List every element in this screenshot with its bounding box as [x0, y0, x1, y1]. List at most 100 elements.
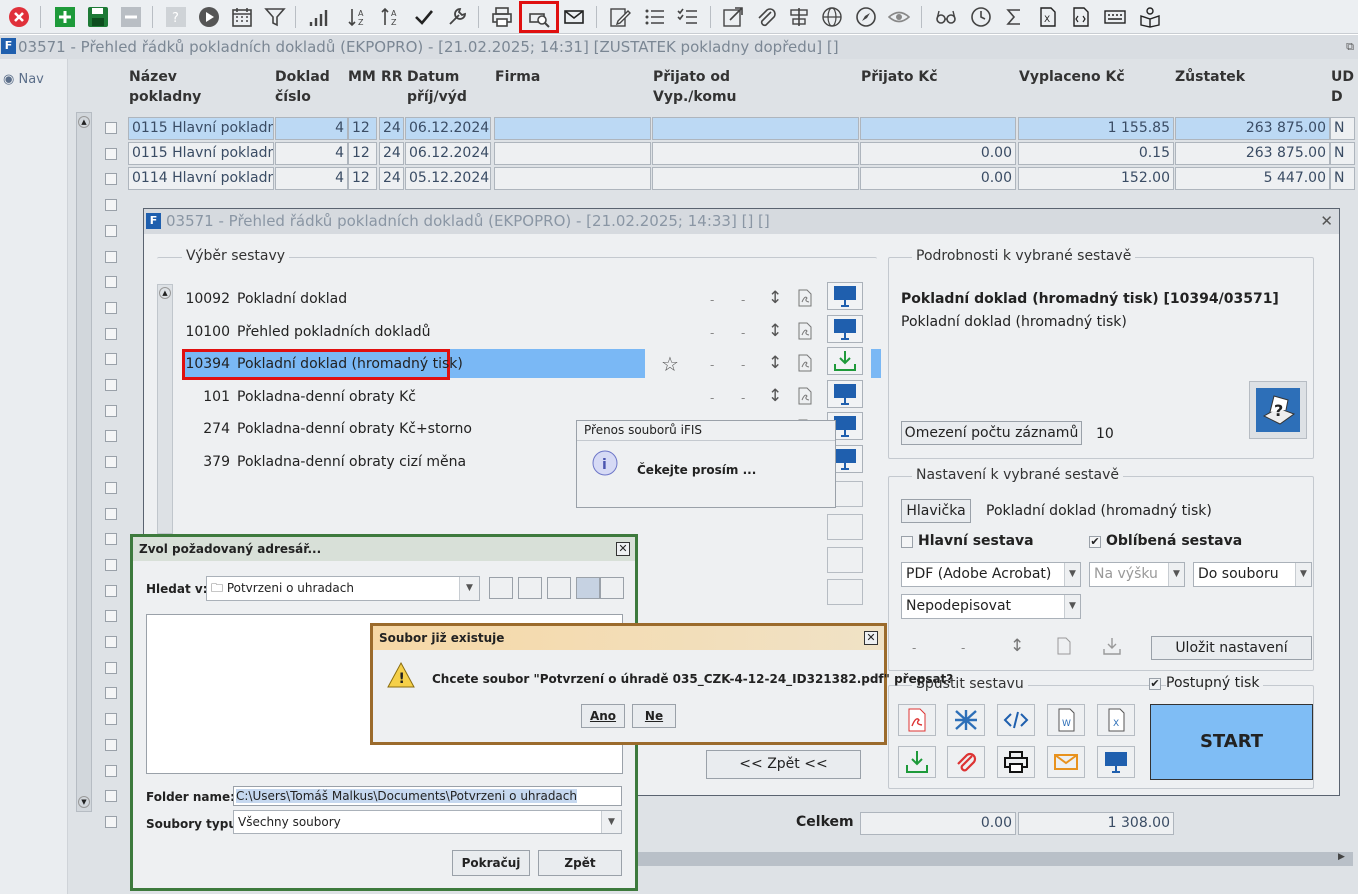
table-cell-doklad[interactable]: 4 [275, 167, 348, 190]
table-cell-firma[interactable] [494, 167, 651, 190]
sort-arrows-icon[interactable]: ↕ [1010, 636, 1024, 656]
save-icon[interactable] [85, 4, 111, 30]
download-button[interactable] [827, 347, 863, 375]
code-icon[interactable] [1068, 4, 1094, 30]
col-header-doklad[interactable]: Doklad číslo [275, 67, 335, 107]
run-html-button[interactable] [997, 704, 1035, 736]
col-header-ud[interactable]: UD D [1331, 67, 1354, 107]
globe-icon[interactable] [819, 4, 845, 30]
favorite-star-icon[interactable]: ☆ [661, 352, 679, 376]
run-word-button[interactable]: W [1047, 704, 1085, 736]
mail-icon[interactable] [561, 4, 587, 30]
chart-icon[interactable] [306, 4, 332, 30]
run-attach-button[interactable] [947, 746, 985, 778]
table-cell-datum[interactable]: 06.12.2024 [405, 142, 491, 165]
keyboard-icon[interactable] [1102, 4, 1128, 30]
row-checkbox[interactable] [105, 327, 117, 340]
pdf-icon[interactable] [797, 354, 813, 376]
row-checkbox[interactable] [105, 584, 117, 597]
table-cell-rr[interactable]: 24 [379, 142, 404, 165]
row-checkbox[interactable] [105, 147, 117, 160]
close-icon[interactable]: ✕ [864, 631, 878, 645]
progressive-print-checkbox[interactable]: ✔ [1149, 678, 1161, 690]
main-report-checkbox[interactable] [901, 536, 913, 548]
col-header-zustatek[interactable]: Zůstatek [1175, 67, 1245, 87]
row-checkbox[interactable] [105, 250, 117, 263]
table-cell-vyplaceno[interactable]: 1 155.85 [1018, 117, 1174, 140]
screen-preview-button[interactable] [827, 315, 863, 343]
row-checkbox[interactable] [105, 558, 117, 571]
run-crystal-button[interactable] [947, 704, 985, 736]
back-button[interactable]: << Zpět << [706, 750, 861, 779]
table-cell-firma[interactable] [494, 142, 651, 165]
close-icon[interactable] [6, 4, 32, 30]
row-checkbox[interactable] [105, 173, 117, 186]
close-icon[interactable]: ✕ [616, 542, 630, 556]
table-cell-firma[interactable] [494, 117, 651, 140]
print-icon[interactable] [489, 4, 515, 30]
download-icon[interactable] [1102, 637, 1122, 659]
scroll-up-icon[interactable]: ▲ [78, 116, 90, 128]
start-button[interactable]: START [1150, 704, 1313, 780]
table-cell-prijato[interactable]: 0.00 [860, 167, 1016, 190]
row-checkbox[interactable] [105, 301, 117, 314]
table-cell-vyplaceno[interactable]: 152.00 [1018, 167, 1174, 190]
row-checkbox[interactable] [105, 224, 117, 237]
table-cell-doklad[interactable]: 4 [275, 117, 348, 140]
continue-button[interactable]: Pokračuj [452, 850, 530, 876]
table-cell-prijato[interactable]: 0.00 [860, 142, 1016, 165]
row-checkbox[interactable] [105, 353, 117, 366]
favorite-checkbox[interactable]: ✔ [1089, 536, 1101, 548]
table-cell-ud[interactable]: N [1330, 117, 1355, 140]
row-checkbox[interactable] [105, 636, 117, 648]
table-cell-rr[interactable]: 24 [379, 167, 404, 190]
folder-name-input[interactable]: C:\Users\Tomáš Malkus\Documents\Potvrzen… [233, 786, 622, 806]
row-checkbox[interactable] [105, 276, 117, 289]
row-checkbox[interactable] [105, 661, 117, 674]
row-checkbox[interactable] [105, 481, 117, 494]
export-icon[interactable] [720, 4, 746, 30]
col-header-prijato[interactable]: Přijato Kč [861, 67, 938, 87]
table-cell-pokladna[interactable]: 0115 Hlavní pokladna [128, 142, 274, 165]
pdf-icon[interactable] [797, 289, 813, 311]
wrench-icon[interactable] [444, 4, 470, 30]
row-checkbox[interactable] [105, 456, 117, 469]
nav-label[interactable]: ◉ Nav [3, 72, 44, 87]
reader-icon[interactable] [1137, 4, 1163, 30]
row-checkbox[interactable] [105, 610, 117, 623]
save-settings-button[interactable]: Uložit nastavení [1151, 636, 1312, 660]
sort-asc-icon[interactable]: AZ [345, 4, 371, 30]
table-cell-mm[interactable]: 12 [348, 117, 377, 140]
new-folder-icon[interactable] [547, 577, 571, 599]
list-view-icon[interactable] [576, 577, 600, 599]
yes-button[interactable]: Ano [581, 704, 625, 728]
row-checkbox[interactable] [105, 687, 117, 700]
table-cell-zustatek[interactable]: 263 875.00 [1175, 142, 1330, 165]
home-folder-icon[interactable] [518, 577, 542, 599]
folder-back-button[interactable]: Zpět [538, 850, 622, 876]
table-cell-datum[interactable]: 05.12.2024 [405, 167, 491, 190]
run-mail-button[interactable] [1047, 746, 1085, 778]
scroll-right-icon[interactable]: ▶ [1338, 852, 1345, 862]
row-checkbox[interactable] [105, 764, 117, 777]
row-checkbox[interactable] [105, 815, 117, 828]
table-cell-pokladna[interactable]: 0114 Hlavní pokladna [128, 167, 274, 190]
table-cell-zustatek[interactable]: 5 447.00 [1175, 167, 1330, 190]
compass-icon[interactable] [853, 4, 879, 30]
row-checkbox[interactable] [105, 790, 117, 803]
sort-arrows-icon[interactable]: ↕ [768, 386, 782, 406]
row-checkbox[interactable] [105, 122, 117, 134]
glasses-icon[interactable] [933, 4, 959, 30]
horizontal-scrollbar[interactable] [638, 852, 1353, 866]
checklist-icon[interactable] [675, 4, 701, 30]
col-header-firma[interactable]: Firma [495, 67, 540, 87]
list-icon[interactable] [642, 4, 668, 30]
sort-arrows-icon[interactable]: ↕ [768, 288, 782, 308]
table-cell-prijato[interactable] [860, 117, 1016, 140]
filter-icon[interactable] [262, 4, 288, 30]
run-screen-button[interactable] [1097, 746, 1135, 778]
run-pdf-button[interactable] [898, 704, 936, 736]
table-cell-prijato_od[interactable] [652, 167, 859, 190]
row-checkbox[interactable] [105, 199, 117, 212]
table-cell-vyplaceno[interactable]: 0.15 [1018, 142, 1174, 165]
